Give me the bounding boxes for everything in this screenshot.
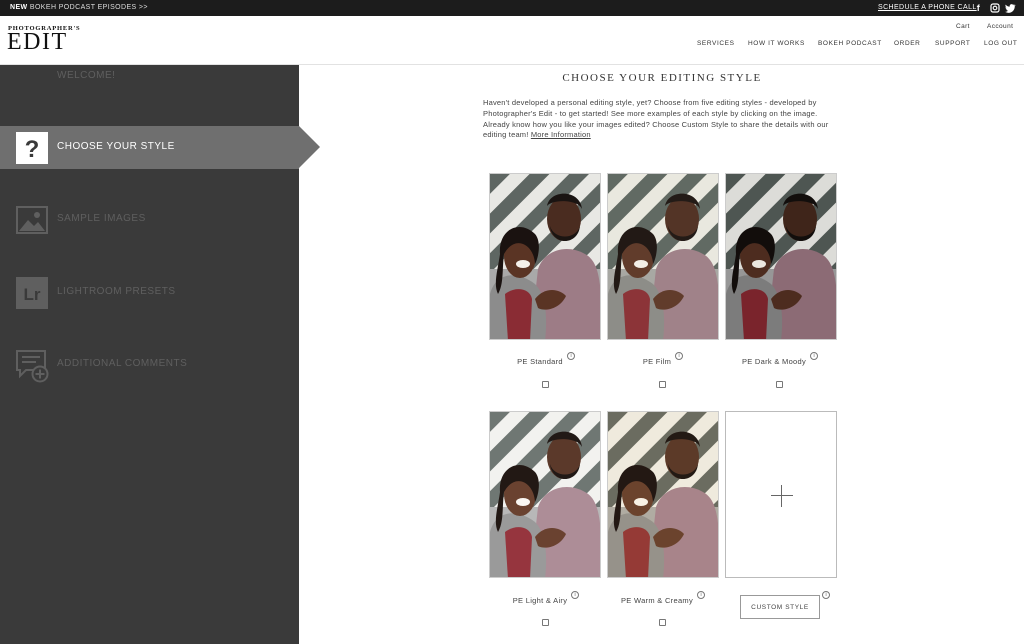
- nav-log-out[interactable]: LOG OUT: [984, 40, 1017, 47]
- step-label: SAMPLE IMAGES: [57, 213, 146, 224]
- couple-photo: [726, 174, 836, 339]
- step-lightroom-presets[interactable]: Lr LIGHTROOM PRESETS: [0, 271, 299, 314]
- couple-photo: [490, 174, 600, 339]
- style-image-pe-light-airy[interactable]: [489, 411, 601, 578]
- checkbox-pe-warm-creamy[interactable]: [659, 619, 666, 626]
- style-label-pe-standard: PE Standard: [517, 357, 563, 366]
- promo-bar: NEW BOKEH PODCAST EPISODES >> SCHEDULE A…: [0, 0, 1024, 16]
- facebook-icon[interactable]: f: [973, 2, 984, 13]
- step-label: LIGHTROOM PRESETS: [57, 286, 176, 297]
- image-icon: [16, 204, 48, 236]
- couple-photo: [608, 174, 718, 339]
- couple-photo: [608, 412, 718, 577]
- style-label-pe-light-airy: PE Light & Airy: [512, 596, 568, 605]
- info-icon[interactable]: i: [697, 591, 705, 599]
- step-sample-images[interactable]: SAMPLE IMAGES: [0, 198, 299, 241]
- nav-how-it-works[interactable]: HOW IT WORKS: [748, 40, 805, 47]
- podcast-promo-link[interactable]: NEW BOKEH PODCAST EPISODES >>: [10, 4, 148, 11]
- page-title: CHOOSE YOUR EDITING STYLE: [562, 72, 762, 84]
- step-label: ADDITIONAL COMMENTS: [57, 358, 188, 369]
- promo-text: BOKEH PODCAST EPISODES >>: [29, 4, 148, 11]
- cart-link[interactable]: Cart: [956, 23, 970, 30]
- couple-photo: [490, 412, 600, 577]
- nav-bokeh-podcast[interactable]: BOKEH PODCAST: [818, 40, 882, 47]
- info-icon[interactable]: i: [822, 591, 830, 599]
- lightroom-icon: Lr: [16, 277, 48, 309]
- checkbox-pe-light-airy[interactable]: [542, 619, 549, 626]
- info-icon[interactable]: i: [571, 591, 579, 599]
- nav-order[interactable]: ORDER: [894, 40, 920, 47]
- style-image-pe-film[interactable]: [607, 173, 719, 340]
- style-label-pe-film: PE Film: [642, 357, 672, 366]
- more-information-link[interactable]: More Information: [531, 130, 591, 139]
- instagram-icon[interactable]: [989, 2, 1000, 13]
- site-header: PHOTOGRAPHER'S EDIT Cart Account SERVICE…: [0, 16, 1024, 65]
- step-label: CHOOSE YOUR STYLE: [57, 141, 175, 152]
- svg-text:?: ?: [25, 136, 40, 163]
- intro-text: Haven't developed a personal editing sty…: [483, 98, 843, 141]
- checkbox-pe-standard[interactable]: [542, 381, 549, 388]
- style-image-pe-warm-creamy[interactable]: [607, 411, 719, 578]
- account-link[interactable]: Account: [987, 23, 1013, 30]
- info-icon[interactable]: i: [810, 352, 818, 360]
- info-icon[interactable]: i: [675, 352, 683, 360]
- svg-text:Lr: Lr: [24, 285, 41, 304]
- checkbox-pe-film[interactable]: [659, 381, 666, 388]
- step-choose-style[interactable]: ? CHOOSE YOUR STYLE: [0, 126, 320, 169]
- step-additional-comments[interactable]: ADDITIONAL COMMENTS: [0, 343, 299, 386]
- info-icon[interactable]: i: [567, 352, 575, 360]
- steps-sidebar: WELCOME! ? CHOOSE YOUR STYLE SAMPLE IMAG…: [0, 65, 320, 644]
- step-welcome[interactable]: WELCOME!: [57, 70, 115, 81]
- twitter-icon[interactable]: [1005, 2, 1016, 13]
- custom-style-card[interactable]: [725, 411, 837, 578]
- checkbox-pe-dark-moody[interactable]: [776, 381, 783, 388]
- comment-add-icon: [16, 349, 49, 383]
- style-image-pe-standard[interactable]: [489, 173, 601, 340]
- style-image-pe-dark-moody[interactable]: [725, 173, 837, 340]
- logo[interactable]: EDIT: [7, 30, 68, 54]
- nav-services[interactable]: SERVICES: [697, 40, 735, 47]
- schedule-call-link[interactable]: SCHEDULE A PHONE CALL: [878, 4, 977, 11]
- promo-new-label: NEW: [10, 4, 28, 11]
- question-icon: ?: [16, 132, 48, 164]
- nav-support[interactable]: SUPPORT: [935, 40, 971, 47]
- custom-style-button[interactable]: CUSTOM STYLE: [740, 595, 820, 619]
